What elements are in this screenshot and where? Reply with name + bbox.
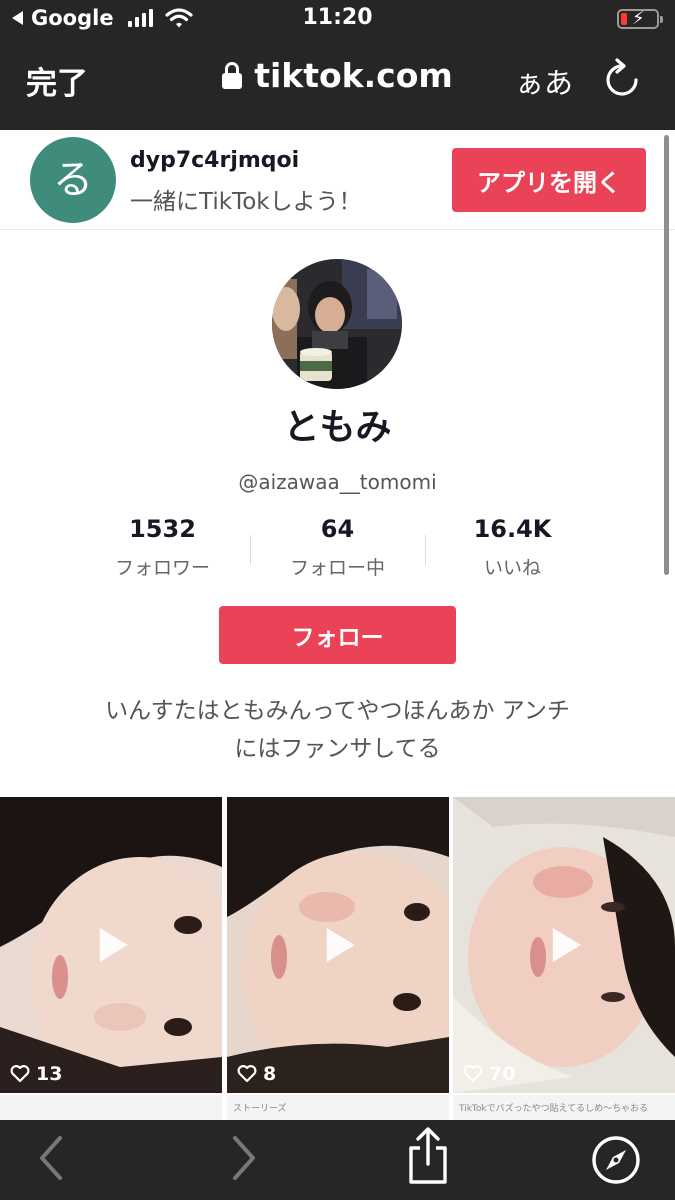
compass-icon[interactable] <box>590 1134 642 1186</box>
banner-username: dyp7c4rjmqoi <box>130 148 300 173</box>
banner-avatar: る <box>30 137 116 223</box>
play-icon <box>326 928 355 962</box>
likes-count: 13 <box>36 1063 63 1085</box>
stat-label: フォロー中 <box>289 557 385 579</box>
stat-likes: 16.4K いいね <box>425 515 600 580</box>
profile-handle: @aizawaa__tomomi <box>238 470 437 494</box>
video-likes: 8 <box>237 1063 276 1085</box>
likes-count: 8 <box>263 1063 277 1085</box>
likes-count: 70 <box>489 1063 516 1085</box>
heart-icon <box>10 1065 30 1083</box>
app-install-banner: る dyp7c4rjmqoi 一緒にTikTokしよう！ アプリを開く <box>0 130 675 230</box>
heart-icon <box>237 1065 257 1083</box>
video-thumbnail[interactable]: 13 <box>0 797 222 1093</box>
stat-label: いいね <box>483 557 541 579</box>
profile-bio: いんすたはともみんってやつほんあか アンチ にはファンサしてる <box>60 692 615 768</box>
url-text: tiktok.com <box>254 56 453 95</box>
stat-label: フォロワー <box>114 557 210 579</box>
preview-text: TikTokでバズったやつ貼えてるしめ〜ちゃおる <box>459 1104 649 1114</box>
profile-avatar <box>272 259 402 389</box>
video-likes: 70 <box>463 1063 515 1085</box>
stat-value: 64 <box>320 515 355 543</box>
video-thumbnail[interactable]: 8 <box>227 797 449 1093</box>
reload-icon[interactable] <box>603 58 641 100</box>
play-icon <box>99 928 128 962</box>
video-likes: 13 <box>10 1063 62 1085</box>
video-grid: 13 8 70 ストーリーズ TikTokでバズったやつ貼えてるしめ〜ちゃおる <box>0 797 675 1127</box>
open-app-button[interactable]: アプリを開く <box>452 148 646 212</box>
bio-line: にはファンサしてる <box>234 736 441 762</box>
heart-icon <box>463 1065 483 1083</box>
bio-line: いんすたはともみんってやつほんあか アンチ <box>105 698 570 724</box>
forward-arrow-icon[interactable] <box>227 1132 261 1184</box>
safari-nav-bar: 完了 tiktok.com ぁあ <box>0 48 675 110</box>
stat-value: 16.4K <box>473 515 552 543</box>
profile-stats: 1532 フォロワー 64 フォロー中 16.4K いいね <box>75 515 600 585</box>
preview-text: ストーリーズ <box>233 1104 287 1114</box>
safari-toolbar <box>0 1120 675 1200</box>
banner-subtitle: 一緒にTikTokしよう！ <box>130 189 362 215</box>
clock: 11:20 <box>302 5 373 30</box>
lock-icon <box>222 62 243 89</box>
browser-chrome: Google 11:20 ⚡ 完了 tiktok.com ぁあ <box>0 0 675 130</box>
status-bar: Google 11:20 ⚡ <box>0 0 675 40</box>
video-thumbnail[interactable]: 70 <box>453 797 675 1093</box>
stat-value: 1532 <box>129 515 196 543</box>
play-icon <box>552 928 581 962</box>
stat-followers: 1532 フォロワー <box>75 515 250 580</box>
share-icon[interactable] <box>404 1126 452 1186</box>
back-arrow-icon[interactable] <box>34 1132 68 1184</box>
stat-following: 64 フォロー中 <box>250 515 425 580</box>
battery-icon: ⚡ <box>617 8 663 29</box>
follow-button[interactable]: フォロー <box>219 606 456 664</box>
address-bar[interactable]: tiktok.com <box>0 56 675 95</box>
scroll-indicator[interactable] <box>664 135 669 575</box>
text-size-button[interactable]: ぁあ <box>515 60 573 102</box>
profile-display-name: ともみ <box>283 407 392 448</box>
